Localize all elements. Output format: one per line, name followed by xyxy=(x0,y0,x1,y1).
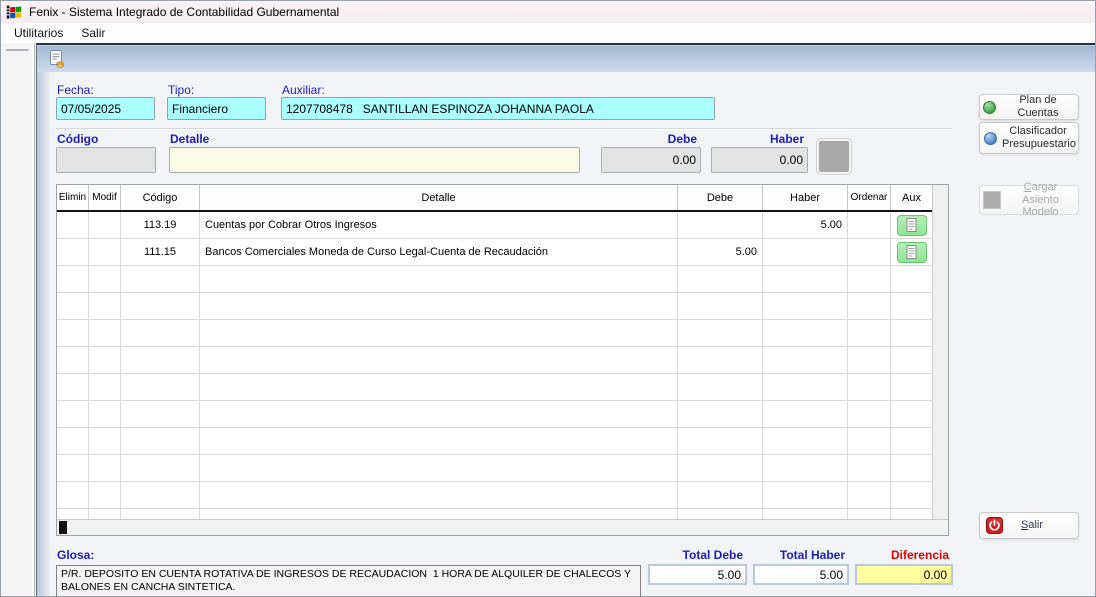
header-debe: Debe xyxy=(678,185,763,210)
table-empty-row[interactable] xyxy=(57,455,933,482)
glosa-field[interactable]: P/R. DEPOSITO EN CUENTA ROTATIVA DE INGR… xyxy=(56,565,641,596)
debe-entry-label: Debe xyxy=(667,132,697,146)
codigo-entry-field[interactable] xyxy=(56,147,156,173)
menu-bar: Utilitarios Salir xyxy=(1,23,1095,43)
total-haber-label: Total Haber xyxy=(779,548,845,562)
journal-table: Elimin Modif Código Detalle Debe Haber O… xyxy=(56,184,949,536)
tipo-label: Tipo: xyxy=(168,83,195,97)
table-row[interactable]: 113.19 Cuentas por Cobrar Otros Ingresos… xyxy=(57,212,933,239)
gray-square-icon xyxy=(983,191,1001,209)
title-bar: Fenix - Sistema Integrado de Contabilida… xyxy=(1,1,1095,23)
cell-haber xyxy=(763,239,848,266)
table-horizontal-scrollbar[interactable] xyxy=(57,519,948,535)
horizontal-scrollbar-thumb[interactable] xyxy=(59,521,67,534)
menu-utilitarios[interactable]: Utilitarios xyxy=(5,24,72,42)
header-elimin: Elimin xyxy=(57,185,89,210)
header-ordenar: Ordenar xyxy=(848,185,891,210)
aux-button[interactable] xyxy=(896,214,927,236)
haber-entry-label: Haber xyxy=(769,132,804,146)
window-title: Fenix - Sistema Integrado de Contabilida… xyxy=(29,5,340,19)
table-empty-row[interactable] xyxy=(57,482,933,509)
app-window: Fenix - Sistema Integrado de Contabilida… xyxy=(0,0,1096,597)
fecha-label: Fecha: xyxy=(57,83,94,97)
diferencia-field[interactable] xyxy=(855,564,953,585)
codigo-entry-label: Código xyxy=(57,132,99,146)
table-body: 113.19 Cuentas por Cobrar Otros Ingresos… xyxy=(57,212,933,519)
auxiliar-field[interactable] xyxy=(281,97,715,120)
plan-de-cuentas-button[interactable]: Plan de Cuentas xyxy=(979,94,1079,120)
app-icon xyxy=(6,5,22,19)
haber-entry-field[interactable] xyxy=(711,147,808,173)
total-debe-field[interactable] xyxy=(648,564,747,585)
cell-debe: 5.00 xyxy=(678,239,763,266)
blue-sphere-icon xyxy=(984,131,997,145)
header-codigo: Código xyxy=(121,185,200,210)
clasificador-presupuestario-button[interactable]: Clasificador Presupuestario xyxy=(979,122,1079,154)
detalle-entry-label: Detalle xyxy=(170,132,210,146)
header-detalle: Detalle xyxy=(200,185,678,210)
diferencia-label: Diferencia xyxy=(890,548,949,562)
table-empty-row[interactable] xyxy=(57,374,933,401)
detalle-entry-field[interactable] xyxy=(169,147,580,173)
entry-action-button[interactable] xyxy=(816,138,852,175)
cell-detalle: Bancos Comerciales Moneda de Curso Legal… xyxy=(200,239,678,266)
green-sphere-icon xyxy=(983,100,996,114)
note-icon xyxy=(906,245,917,259)
table-empty-row[interactable] xyxy=(57,401,933,428)
table-vertical-scrollbar[interactable] xyxy=(932,185,948,519)
cell-codigo: 111.15 xyxy=(121,239,200,266)
salir-button[interactable]: Salir xyxy=(979,512,1079,539)
table-row[interactable]: 111.15 Bancos Comerciales Moneda de Curs… xyxy=(57,239,933,266)
total-debe-label: Total Debe xyxy=(682,548,743,562)
header-haber: Haber xyxy=(763,185,848,210)
panel-left-shading xyxy=(37,72,51,596)
menu-salir[interactable]: Salir xyxy=(72,24,114,42)
table-header-row: Elimin Modif Código Detalle Debe Haber O… xyxy=(57,185,933,212)
cell-debe xyxy=(678,212,763,239)
power-icon xyxy=(986,517,1003,534)
note-icon xyxy=(906,218,917,232)
cell-codigo: 113.19 xyxy=(121,212,200,239)
splitter-grip[interactable] xyxy=(6,49,29,51)
table-empty-row[interactable] xyxy=(57,293,933,320)
cargar-asiento-modelo-button[interactable]: Cargar Asiento Modelo xyxy=(979,181,1079,218)
fecha-field[interactable] xyxy=(56,97,155,120)
total-haber-field[interactable] xyxy=(753,564,849,585)
aux-button[interactable] xyxy=(896,241,927,263)
cell-detalle: Cuentas por Cobrar Otros Ingresos xyxy=(200,212,678,239)
table-empty-row[interactable] xyxy=(57,320,933,347)
table-empty-row[interactable] xyxy=(57,428,933,455)
separator-line xyxy=(56,128,952,129)
new-entry-button[interactable] xyxy=(45,47,69,70)
cell-haber: 5.00 xyxy=(763,212,848,239)
document-coins-icon xyxy=(50,49,64,68)
left-collapsed-panel[interactable] xyxy=(1,43,35,596)
debe-entry-field[interactable] xyxy=(601,147,701,173)
table-empty-row[interactable] xyxy=(57,347,933,374)
toolbar xyxy=(37,45,1095,72)
header-aux: Aux xyxy=(891,185,933,210)
tipo-field[interactable] xyxy=(167,97,266,120)
auxiliar-label: Auxiliar: xyxy=(282,83,325,97)
table-empty-row[interactable] xyxy=(57,266,933,293)
table-empty-row[interactable] xyxy=(57,509,933,519)
header-modif: Modif xyxy=(89,185,121,210)
glosa-label: Glosa: xyxy=(57,548,95,562)
